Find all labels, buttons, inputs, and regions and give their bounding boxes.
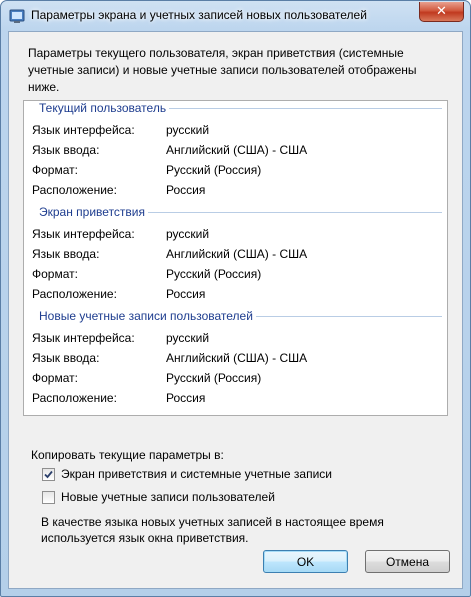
label-format: Формат: [32,267,78,281]
intro-text: Параметры текущего пользователя, экран п… [28,46,417,94]
checkbox-welcome-screen[interactable]: Экран приветствия и системные учетные за… [42,466,332,482]
value-ui-language: русский [166,331,210,345]
checkbox-box[interactable] [42,490,55,504]
label-ui-language: Язык интерфейса: [32,331,135,345]
close-button[interactable]: ✕ [419,2,464,22]
dialog-body: Параметры текущего пользователя, экран п… [8,31,463,589]
label-location: Расположение: [32,287,117,301]
label-input-language: Язык ввода: [32,247,100,261]
label-ui-language: Язык интерфейса: [32,227,135,241]
checkbox-new-users[interactable]: Новые учетные записи пользователей [42,489,275,505]
value-format: Русский (Россия) [166,267,262,281]
value-ui-language: русский [166,123,210,137]
copy-settings-label: Копировать текущие параметры в: [31,448,224,462]
checkbox-box[interactable] [42,467,55,481]
settings-panel: Текущий пользователь Язык интерфейса: ру… [23,100,448,416]
window-title: Параметры экрана и учетных записей новых… [31,8,367,22]
value-location: Россия [166,183,206,197]
settings-window-icon [9,9,25,23]
label-ui-language: Язык интерфейса: [32,123,135,137]
value-input-language: Английский (США) - США [166,351,308,365]
value-input-language: Английский (США) - США [166,143,308,157]
info-note: В качестве языка новых учетных записей в… [41,515,384,545]
section-title-welcome-screen: Экран приветствия [39,205,149,219]
section-title-current-user: Текущий пользователь [39,101,170,115]
value-input-language: Английский (США) - США [166,247,308,261]
value-format: Русский (Россия) [166,371,262,385]
value-format: Русский (Россия) [166,163,262,177]
label-input-language: Язык ввода: [32,143,100,157]
value-ui-language: русский [166,227,210,241]
section-title-new-users: Новые учетные записи пользователей [39,309,256,323]
label-location: Расположение: [32,183,117,197]
cancel-button[interactable]: Отмена [365,550,450,573]
value-location: Россия [166,391,206,405]
close-icon: ✕ [436,4,447,19]
dialog-window: Параметры экрана и учетных записей новых… [0,0,471,597]
label-input-language: Язык ввода: [32,351,100,365]
checkmark-icon [44,470,53,478]
label-format: Формат: [32,371,78,385]
value-location: Россия [166,287,206,301]
checkbox-label[interactable]: Экран приветствия и системные учетные за… [61,467,332,481]
label-location: Расположение: [32,391,117,405]
checkbox-label[interactable]: Новые учетные записи пользователей [61,490,275,504]
ok-button[interactable]: OK [263,550,348,573]
title-bar[interactable]: Параметры экрана и учетных записей новых… [1,1,470,31]
label-format: Формат: [32,163,78,177]
